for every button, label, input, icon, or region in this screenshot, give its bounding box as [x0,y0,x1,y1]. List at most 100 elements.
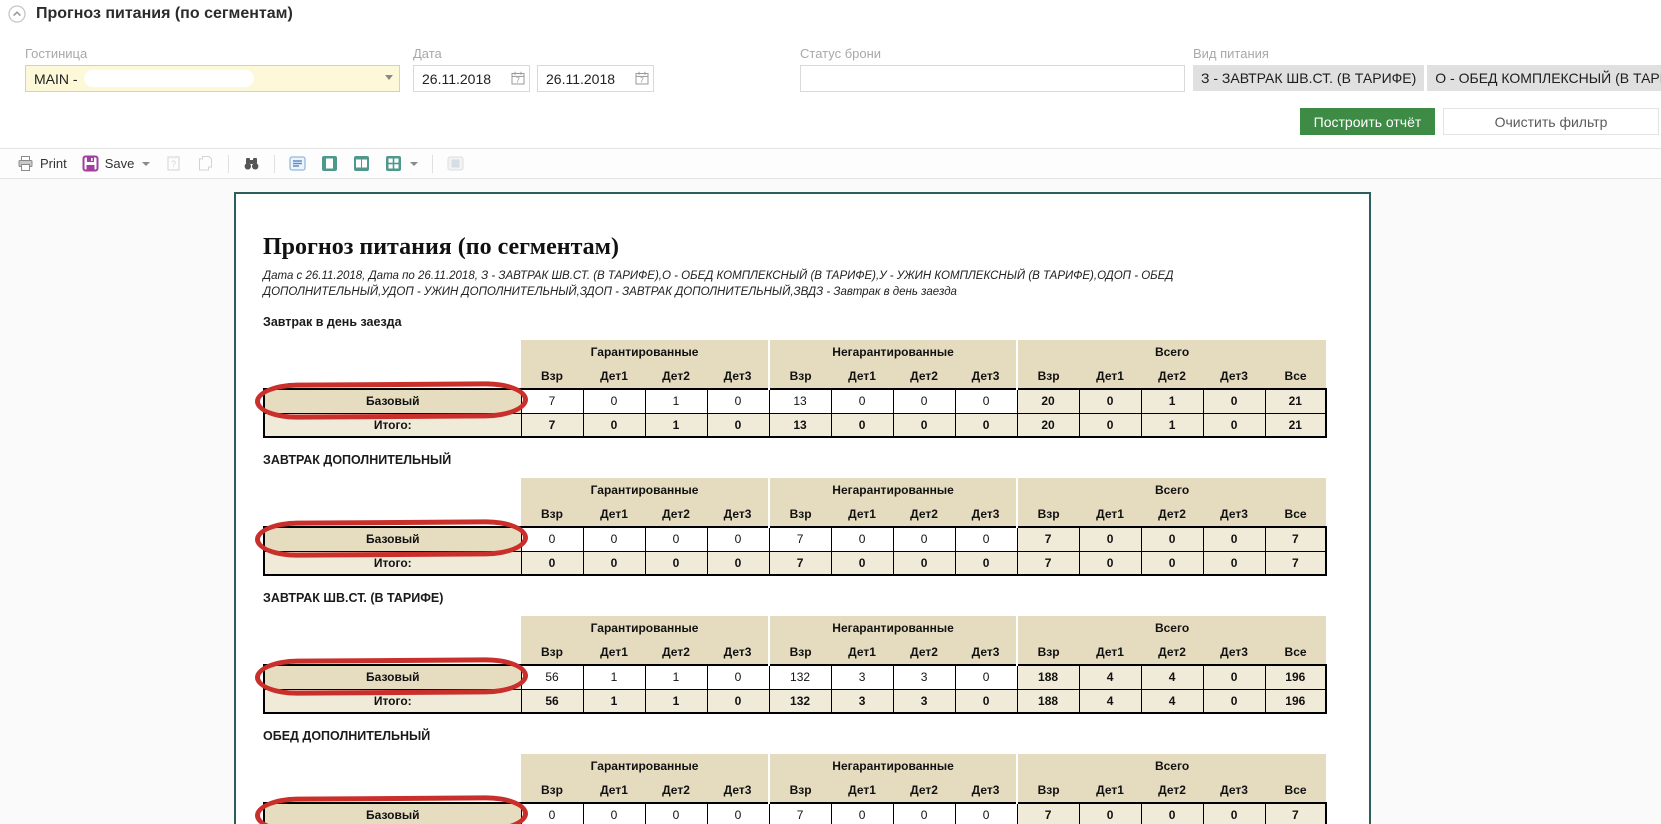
value-cell: 0 [1141,527,1203,551]
find-button[interactable] [240,153,263,174]
value-cell: 0 [955,665,1017,689]
booking-status-label: Статус брони [800,46,1185,61]
meal-type-tag[interactable]: О - ОБЕД КОМПЛЕКСНЫЙ (В ТАРИФЕ) [1427,65,1661,91]
sub-column-header: Дет3 [1203,777,1265,803]
section-heading: Завтрак в день заезда [263,315,1369,329]
value-cell: 0 [831,389,893,413]
total-value-cell: 4 [1079,689,1141,713]
total-value-cell: 1 [645,413,707,437]
calendar-icon[interactable]: 7 [511,71,525,85]
report-preview[interactable]: Прогноз питания (по сегментам) Дата с 26… [0,179,1661,824]
total-label: Итого: [264,689,521,713]
sub-column-header: Дет3 [1203,501,1265,527]
clear-filter-button[interactable]: Очистить фильтр [1443,108,1659,135]
value-cell: 21 [1265,389,1326,413]
sub-column-header: Дет1 [1079,501,1141,527]
sub-column-header: Взр [1017,363,1079,389]
report-toolbar: Print Save ? [0,148,1661,179]
sub-column-header: Дет3 [707,363,769,389]
total-row: Итого:56110132330188440196 [264,689,1326,713]
sub-header-row: ВзрДет1Дет2Дет3ВзрДет1Дет2Дет3ВзрДет1Дет… [264,777,1326,803]
value-cell: 0 [1203,665,1265,689]
value-cell: 0 [707,527,769,551]
total-value-cell: 7 [1017,551,1079,575]
print-button[interactable]: Print [14,153,70,174]
booking-status-input[interactable] [800,65,1185,92]
total-value-cell: 0 [707,413,769,437]
total-row: Итого:0000700070007 [264,551,1326,575]
total-value-cell: 0 [1079,551,1141,575]
value-cell: 188 [1017,665,1079,689]
total-value-cell: 0 [1079,413,1141,437]
page-title: Прогноз питания (по сегментам) [36,5,293,23]
calendar-icon[interactable]: 7 [635,71,649,85]
column-group-header: Негарантированные [769,478,1017,501]
total-value-cell: 0 [955,551,1017,575]
meal-type-field: Вид питания З - ЗАВТРАК ШВ.СТ. (В ТАРИФЕ… [1193,46,1661,91]
validate-button: ? [162,153,185,174]
sub-column-header: Взр [769,777,831,803]
total-value-cell: 0 [893,413,955,437]
section-heading: ЗАВТРАК ДОПОЛНИТЕЛЬНЫЙ [263,453,1369,467]
hotel-select[interactable]: MAIN - [25,65,400,92]
sub-header-row: ВзрДет1Дет2Дет3ВзрДет1Дет2Дет3ВзрДет1Дет… [264,363,1326,389]
filter-bar: Гостиница MAIN - Дата 7 7 Статус бро [0,24,1661,106]
view-single-page-button[interactable] [318,153,341,174]
sub-column-header: Дет2 [893,363,955,389]
value-cell: 0 [1079,389,1141,413]
total-value-cell: 21 [1265,413,1326,437]
hotel-label: Гостиница [25,46,400,61]
header-spacer [264,639,521,665]
sub-column-header: Дет2 [645,639,707,665]
chevron-down-icon [385,75,393,80]
value-cell: 1 [645,665,707,689]
page-width-icon [447,155,464,172]
collapse-panel-icon[interactable] [8,5,26,23]
total-value-cell: 0 [1203,551,1265,575]
value-cell: 0 [583,527,645,551]
view-two-pages-button[interactable] [350,153,373,174]
view-continuous-button[interactable] [286,153,309,174]
sub-column-header: Взр [521,777,583,803]
column-group-header: Гарантированные [521,478,769,501]
value-cell: 0 [831,803,893,824]
value-cell: 0 [1203,389,1265,413]
sub-column-header: Взр [521,639,583,665]
value-cell: 0 [1141,803,1203,824]
meal-type-tags[interactable]: З - ЗАВТРАК ШВ.СТ. (В ТАРИФЕ) О - ОБЕД К… [1193,65,1661,91]
total-value-cell: 0 [645,551,707,575]
section-table-wrap: ГарантированныеНегарантированныеВсего Вз… [263,616,1325,714]
toolbar-separator [274,155,275,173]
value-cell: 1 [1141,389,1203,413]
sub-header-row: ВзрДет1Дет2Дет3ВзрДет1Дет2Дет3ВзрДет1Дет… [264,639,1326,665]
total-value-cell: 4 [1141,689,1203,713]
total-value-cell: 7 [521,413,583,437]
total-value-cell: 0 [1203,689,1265,713]
save-button[interactable]: Save [79,153,154,174]
build-report-button[interactable]: Построить отчёт [1300,108,1435,135]
report-subtitle: Дата с 26.11.2018, Дата по 26.11.2018, З… [263,268,1325,300]
sub-column-header: Дет2 [1141,363,1203,389]
sub-column-header: Дет3 [1203,363,1265,389]
total-value-cell: 1 [1141,413,1203,437]
value-cell: 0 [893,803,955,824]
total-value-cell: 0 [831,551,893,575]
value-cell: 0 [955,389,1017,413]
segment-label: Базовый [264,665,521,689]
total-row: Итого:7010130002001021 [264,413,1326,437]
header-spacer [264,754,521,777]
value-cell: 0 [521,803,583,824]
sub-column-header: Дет1 [831,501,893,527]
value-cell: 196 [1265,665,1326,689]
page-width-button [444,153,467,174]
segment-label: Базовый [264,527,521,551]
actions-row: Построить отчёт Очистить фильтр [0,106,1661,140]
value-cell: 7 [521,389,583,413]
meal-type-tag[interactable]: З - ЗАВТРАК ШВ.СТ. (В ТАРИФЕ) [1193,65,1424,91]
value-cell: 0 [707,803,769,824]
sub-column-header: Дет3 [955,639,1017,665]
sub-column-header: Дет1 [583,777,645,803]
date-label: Дата [413,46,654,61]
view-multi-page-button[interactable] [382,153,421,174]
hotel-value: MAIN - [34,71,78,87]
